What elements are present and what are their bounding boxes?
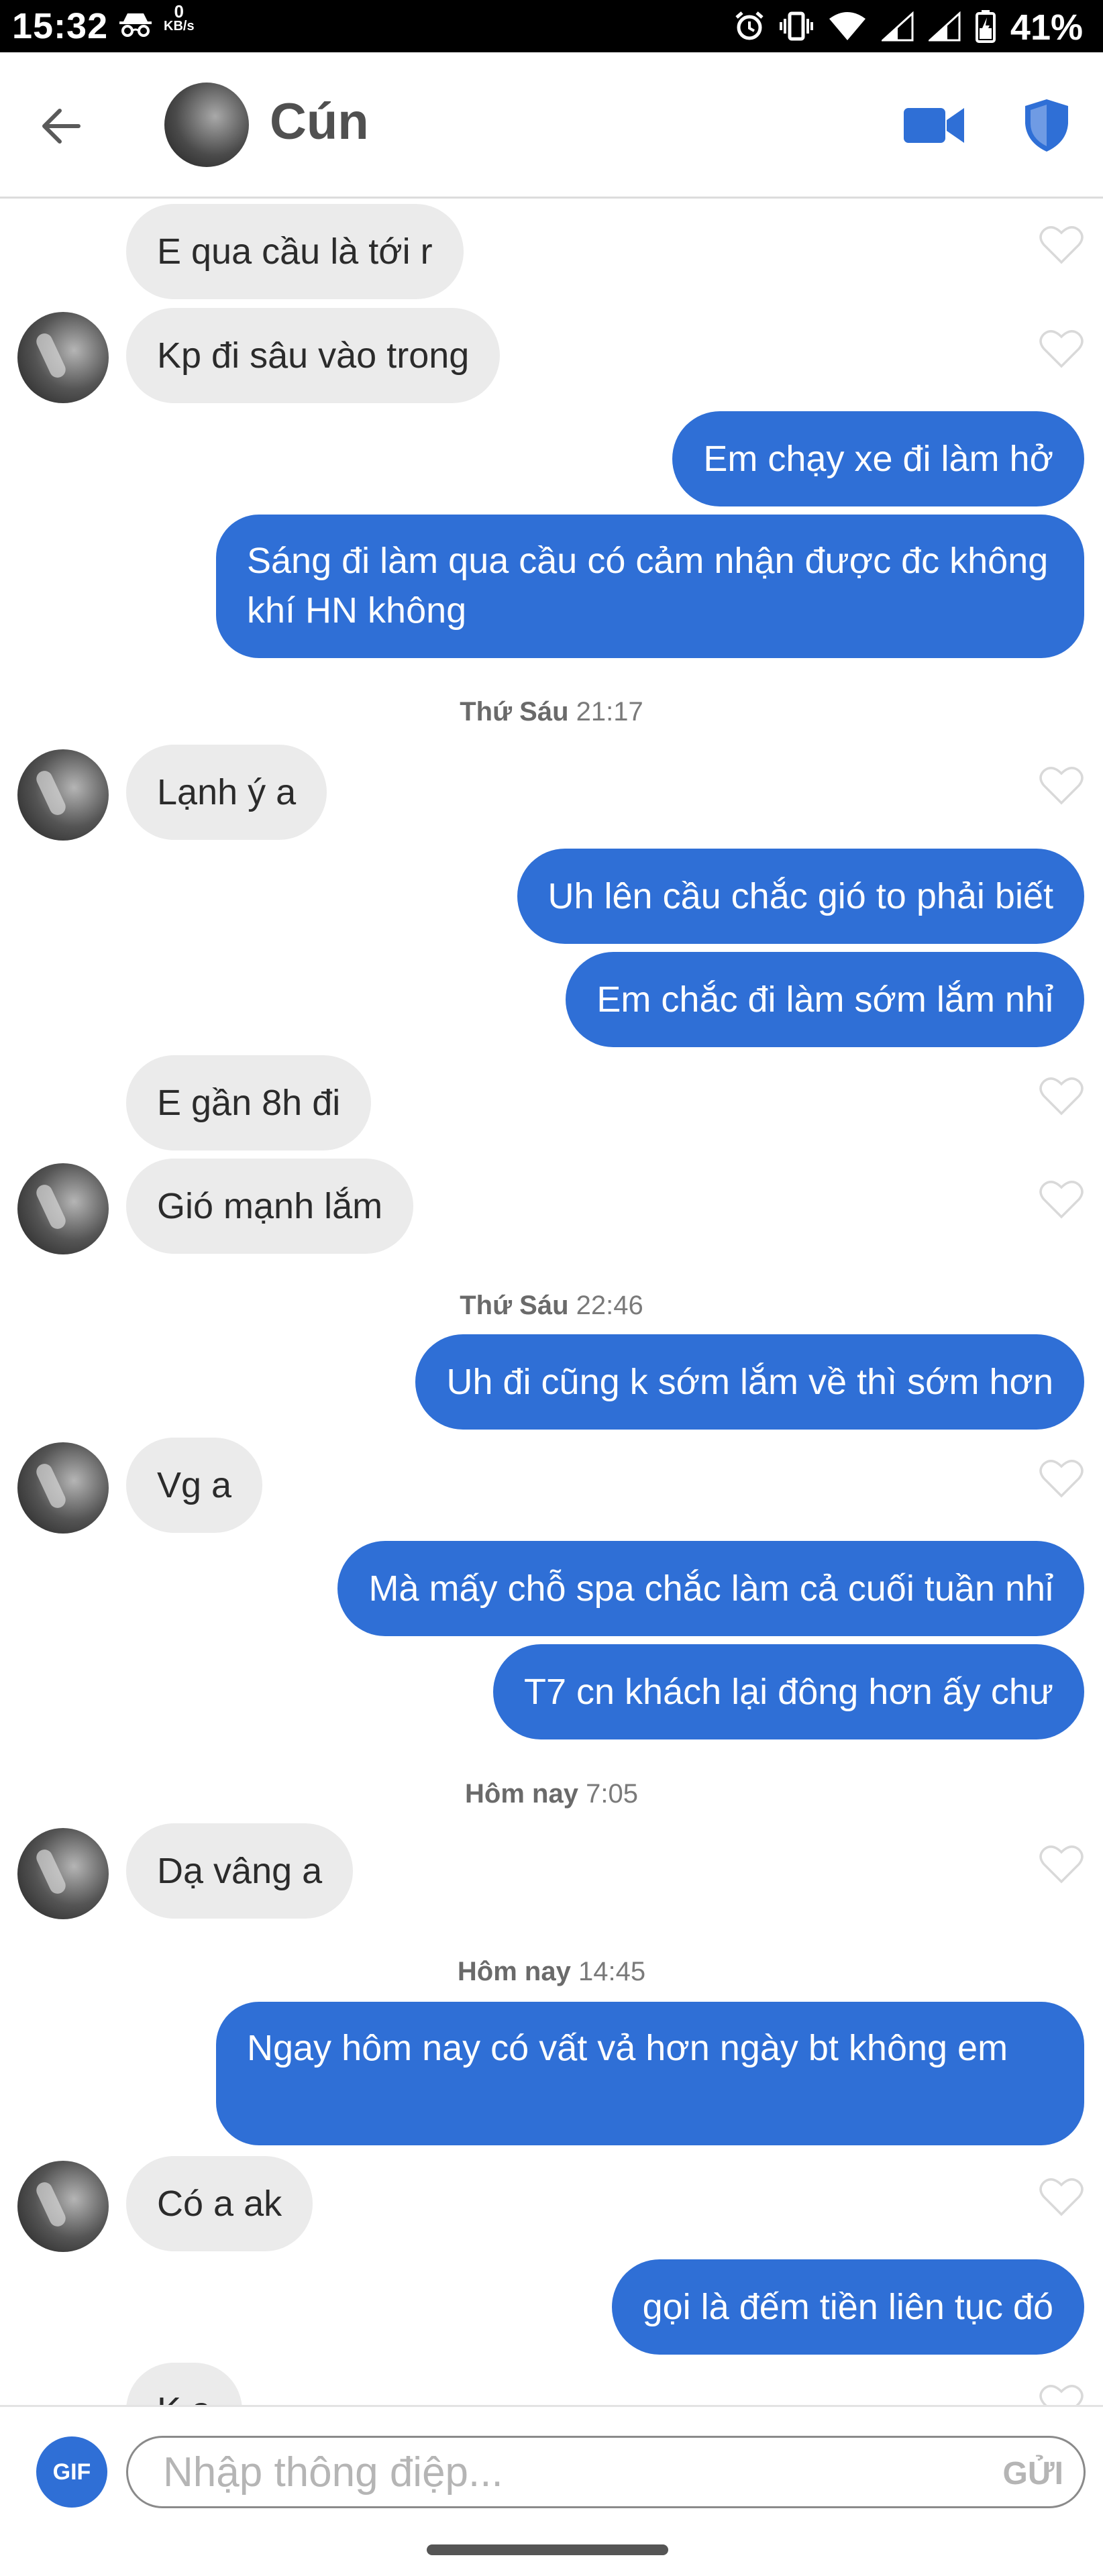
gif-button[interactable]: GIF [36, 2436, 107, 2508]
message-incoming[interactable]: K a [126, 2363, 243, 2405]
back-button[interactable] [37, 103, 84, 150]
video-camera-icon [904, 108, 964, 143]
message-outgoing[interactable]: gọi là đếm tiền liên tục đó [611, 2259, 1084, 2355]
chat-header: Cún [0, 52, 1103, 199]
timestamp-day: Thứ Sáu [460, 697, 569, 727]
timestamp-time: 14:45 [578, 1957, 646, 1986]
heart-icon[interactable] [1039, 329, 1084, 369]
sender-avatar[interactable] [17, 1163, 109, 1254]
message-list[interactable]: E qua cầu là tới r Kp đi sâu vào trong E… [0, 201, 1103, 2405]
timestamp-time: 7:05 [586, 1779, 638, 1809]
timestamp-divider: Thứ Sáu 22:46 [0, 1291, 1103, 1321]
alarm-icon [734, 11, 765, 45]
message-outgoing[interactable]: Ngay hôm nay có vất vả hơn ngày bt không… [216, 2002, 1084, 2145]
message-incoming[interactable]: Gió mạnh lắm [126, 1159, 414, 1254]
timestamp-divider: Hôm nay 14:45 [0, 1957, 1103, 1987]
message-outgoing[interactable]: Mà mấy chỗ spa chắc làm cả cuối tuần nhỉ [337, 1541, 1084, 1636]
message-outgoing[interactable]: Uh lên cầu chắc gió to phải biết [517, 849, 1084, 944]
timestamp-day: Hôm nay [457, 1957, 571, 1986]
heart-icon[interactable] [1039, 1179, 1084, 1220]
timestamp-divider: Hôm nay 7:05 [0, 1779, 1103, 1809]
message-incoming[interactable]: Kp đi sâu vào trong [126, 308, 501, 403]
signal-2-icon [927, 11, 961, 45]
message-incoming[interactable]: E gần 8h đi [126, 1055, 372, 1150]
send-button[interactable]: GỬI [1003, 2455, 1064, 2492]
vibrate-icon [779, 11, 813, 45]
message-incoming[interactable]: Dạ vâng a [126, 1823, 354, 1919]
message-outgoing[interactable]: Em chạy xe đi làm hở [672, 411, 1084, 506]
sender-avatar[interactable] [17, 1442, 109, 1534]
contact-name[interactable]: Cún [270, 93, 369, 151]
message-composer: GIF Nhập thông điệp... GỬI [0, 2405, 1103, 2526]
network-speed-unit: KB/s [164, 19, 195, 34]
message-outgoing[interactable]: Uh đi cũng k sớm lắm về thì sớm hơn [415, 1334, 1084, 1430]
network-speed-value: 0 [174, 1, 185, 21]
message-outgoing[interactable]: T7 cn khách lại đông hơn ấy chư [492, 1644, 1084, 1739]
battery-percent: 41% [1010, 7, 1083, 48]
heart-icon[interactable] [1039, 2383, 1084, 2405]
message-incoming[interactable]: Vg a [126, 1438, 263, 1533]
message-input[interactable]: Nhập thông điệp... GỬI [126, 2436, 1086, 2508]
gesture-bar [0, 2526, 1103, 2576]
message-incoming[interactable]: Có a ak [126, 2156, 313, 2251]
sender-avatar[interactable] [17, 312, 109, 403]
arrow-left-icon [42, 109, 81, 144]
video-call-button[interactable] [902, 104, 965, 147]
network-speed: 0 KB/s [164, 1, 195, 34]
sender-avatar[interactable] [17, 1828, 109, 1919]
heart-icon[interactable] [1039, 2177, 1084, 2217]
heart-icon[interactable] [1039, 1458, 1084, 1499]
sender-avatar[interactable] [17, 749, 109, 841]
timestamp-time: 22:46 [576, 1291, 643, 1320]
message-incoming[interactable]: Lạnh ý a [126, 745, 327, 840]
message-outgoing[interactable]: Em chắc đi làm sớm lắm nhỉ [566, 952, 1084, 1047]
wifi-icon [828, 11, 867, 45]
incognito-icon [117, 11, 154, 41]
timestamp-time: 21:17 [576, 697, 643, 727]
timestamp-day: Hôm nay [465, 1779, 578, 1809]
message-incoming[interactable]: E qua cầu là tới r [126, 204, 464, 299]
heart-icon[interactable] [1039, 225, 1084, 265]
status-icons: 41% [734, 7, 1083, 48]
status-time: 15:32 [12, 6, 109, 46]
timestamp-divider: Thứ Sáu 21:17 [0, 697, 1103, 727]
home-indicator[interactable] [427, 2544, 668, 2555]
message-input-placeholder[interactable]: Nhập thông điệp... [163, 2449, 503, 2496]
signal-1-icon [880, 11, 914, 45]
heart-icon[interactable] [1039, 765, 1084, 806]
timestamp-day: Thứ Sáu [460, 1291, 569, 1320]
battery-icon [975, 9, 996, 46]
sender-avatar[interactable] [17, 2161, 109, 2252]
shield-icon [1025, 99, 1068, 152]
contact-avatar[interactable] [164, 83, 249, 167]
status-bar: 15:32 0 KB/s 41% [0, 0, 1103, 52]
heart-icon[interactable] [1039, 1844, 1084, 1884]
message-outgoing[interactable]: Sáng đi làm qua cầu có cảm nhận được đc … [216, 515, 1084, 658]
heart-icon[interactable] [1039, 1076, 1084, 1116]
safety-button[interactable] [1024, 98, 1069, 153]
